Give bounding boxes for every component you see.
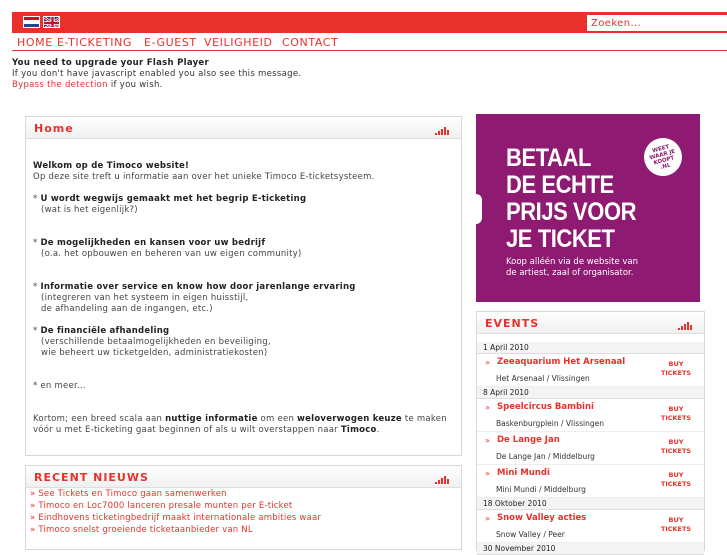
buy-tickets-button[interactable]: BUY TICKETS bbox=[656, 360, 696, 378]
buy-tickets-button[interactable]: BUY TICKETS bbox=[656, 438, 696, 456]
news-item[interactable]: » See Tickets en Timoco gaan samenwerken bbox=[30, 488, 321, 500]
home-panel-header: Home bbox=[26, 117, 461, 139]
bullet-2-title: De mogelijkheden en kansen voor uw bedri… bbox=[40, 238, 266, 248]
news-item[interactable]: » Timoco snelst groeiende ticketaanbiede… bbox=[30, 524, 321, 536]
event-date: 8 April 2010 bbox=[477, 387, 704, 399]
event-venue: De Lange Jan / Middelburg bbox=[496, 452, 595, 461]
events-panel-title: EVENTS bbox=[485, 317, 540, 330]
buy-tickets-button[interactable]: BUY TICKETS bbox=[656, 471, 696, 489]
bullet-3-sub-2: de afhandeling aan de ingangen, etc.) bbox=[41, 304, 213, 314]
banner-notch bbox=[476, 194, 482, 224]
arrow-icon: » bbox=[485, 514, 490, 523]
bars-icon bbox=[678, 322, 692, 330]
more-text: * en meer... bbox=[33, 381, 86, 391]
event-item: » Zeeaquarium Het Arsenaal Het Arsenaal … bbox=[477, 354, 704, 387]
buy-tickets-button[interactable]: BUY TICKETS bbox=[656, 405, 696, 423]
bypass-rest: if you wish. bbox=[107, 80, 163, 90]
closing-text: Kortom; een breed scala aan nuttige info… bbox=[33, 414, 447, 435]
home-panel-title: Home bbox=[34, 122, 74, 135]
top-bar bbox=[12, 12, 727, 33]
nav-e-guest[interactable]: E-GUEST bbox=[144, 36, 197, 49]
flash-info: If you don't have javascript enabled you… bbox=[12, 69, 302, 79]
banner-line-3: PRIJS VOOR bbox=[506, 198, 637, 226]
news-panel-title: RECENT NIEUWS bbox=[34, 471, 149, 484]
event-item: » Speelcircus Bambini Baskenburgplein / … bbox=[477, 399, 704, 432]
home-content: Welkom op de Timoco website! Op deze sit… bbox=[33, 161, 447, 435]
dutch-flag-icon[interactable] bbox=[23, 16, 40, 28]
uk-flag-icon[interactable] bbox=[43, 16, 60, 28]
event-item: » Snow Valley acties Snow Valley / Peer … bbox=[477, 510, 704, 543]
flash-title: You need to upgrade your Flash Player bbox=[12, 58, 209, 68]
nav-home[interactable]: HOME bbox=[17, 36, 53, 49]
nav-e-ticketing[interactable]: E-TICKETING bbox=[57, 36, 132, 49]
welcome-heading: Welkom op de Timoco website! bbox=[33, 161, 190, 171]
event-date: 18 Oktober 2010 bbox=[477, 498, 704, 510]
main-nav: HOME E-TICKETING E-GUEST VEILIGHEID CONT… bbox=[12, 33, 727, 51]
nav-veiligheid[interactable]: VEILIGHEID bbox=[204, 36, 273, 49]
event-date: 1 April 2010 bbox=[477, 342, 704, 354]
event-venue: Mini Mundi / Middelburg bbox=[496, 485, 586, 494]
flash-message: You need to upgrade your Flash Player If… bbox=[12, 58, 301, 91]
bars-icon bbox=[435, 127, 449, 135]
bullet-1-title: U wordt wegwijs gemaakt met het begrip E… bbox=[40, 194, 307, 204]
arrow-icon: » bbox=[485, 469, 490, 478]
bullet-1-sub: (wat is het eigenlijk?) bbox=[41, 205, 138, 215]
event-name[interactable]: Zeeaquarium Het Arsenaal bbox=[497, 357, 625, 367]
buy-tickets-button[interactable]: BUY TICKETS bbox=[656, 516, 696, 534]
event-name[interactable]: De Lange Jan bbox=[497, 435, 560, 445]
event-item: » De Lange Jan De Lange Jan / Middelburg… bbox=[477, 432, 704, 465]
bars-icon bbox=[435, 476, 449, 484]
nav-contact[interactable]: CONTACT bbox=[282, 36, 338, 49]
news-list: » See Tickets en Timoco gaan samenwerken… bbox=[30, 488, 321, 536]
banner-line-1: BETAAL bbox=[506, 144, 591, 172]
news-item[interactable]: » Eindhovens ticketingbedrijf maakt inte… bbox=[30, 512, 321, 524]
banner-sub-1: Koop alléén via de website van bbox=[506, 257, 639, 267]
news-panel-header: RECENT NIEUWS bbox=[26, 466, 461, 488]
event-venue: Het Arsenaal / Vlissingen bbox=[496, 374, 590, 383]
bullet-4-sub-1: (verschillende betaalmogelijkheden en be… bbox=[41, 337, 271, 347]
bullet-4-sub-2: wie beheert uw ticketgelden, administrat… bbox=[41, 348, 268, 358]
bullet-4-title: De financiële afhandeling bbox=[40, 326, 170, 336]
event-venue: Baskenburgplein / Vlissingen bbox=[496, 419, 604, 428]
intro-text: Op deze site treft u informatie aan over… bbox=[33, 172, 375, 182]
event-item: » Mini Mundi Mini Mundi / Middelburg BUY… bbox=[477, 465, 704, 498]
stamp-logo: WEET WAAR JE KOOPT .NL bbox=[639, 133, 687, 181]
news-item[interactable]: » Timoco en Loc7000 lanceren presale mun… bbox=[30, 500, 321, 512]
bypass-link[interactable]: Bypass the detection bbox=[12, 80, 108, 90]
search-input[interactable] bbox=[587, 15, 727, 31]
event-name[interactable]: Speelcircus Bambini bbox=[497, 402, 594, 412]
bullet-3-sub-1: (integreren van het systeem in eigen hui… bbox=[41, 293, 249, 303]
arrow-icon: » bbox=[485, 403, 490, 412]
arrow-icon: » bbox=[485, 358, 490, 367]
campaign-banner[interactable]: BETAAL DE ECHTE PRIJS VOOR JE TICKET Koo… bbox=[476, 114, 700, 302]
event-venue: Snow Valley / Peer bbox=[496, 530, 565, 539]
bullet-3-title: Informatie over service en know how door… bbox=[40, 282, 356, 292]
events-panel-header: EVENTS bbox=[477, 312, 704, 334]
arrow-icon: » bbox=[485, 436, 490, 445]
banner-sub-2: de artiest, zaal of organisator. bbox=[506, 268, 634, 278]
banner-line-2: DE ECHTE bbox=[506, 171, 614, 199]
events-panel: EVENTS 1 April 2010 » Zeeaquarium Het Ar… bbox=[476, 311, 705, 555]
banner-line-4: JE TICKET bbox=[506, 225, 615, 253]
bullet-2-sub: (o.a. het opbouwen en beheren van uw eig… bbox=[41, 249, 302, 259]
news-panel: RECENT NIEUWS » See Tickets en Timoco ga… bbox=[25, 465, 462, 550]
event-name[interactable]: Mini Mundi bbox=[497, 468, 550, 478]
home-panel: Home Welkom op de Timoco website! Op dez… bbox=[25, 116, 462, 456]
event-name[interactable]: Snow Valley acties bbox=[497, 513, 586, 523]
